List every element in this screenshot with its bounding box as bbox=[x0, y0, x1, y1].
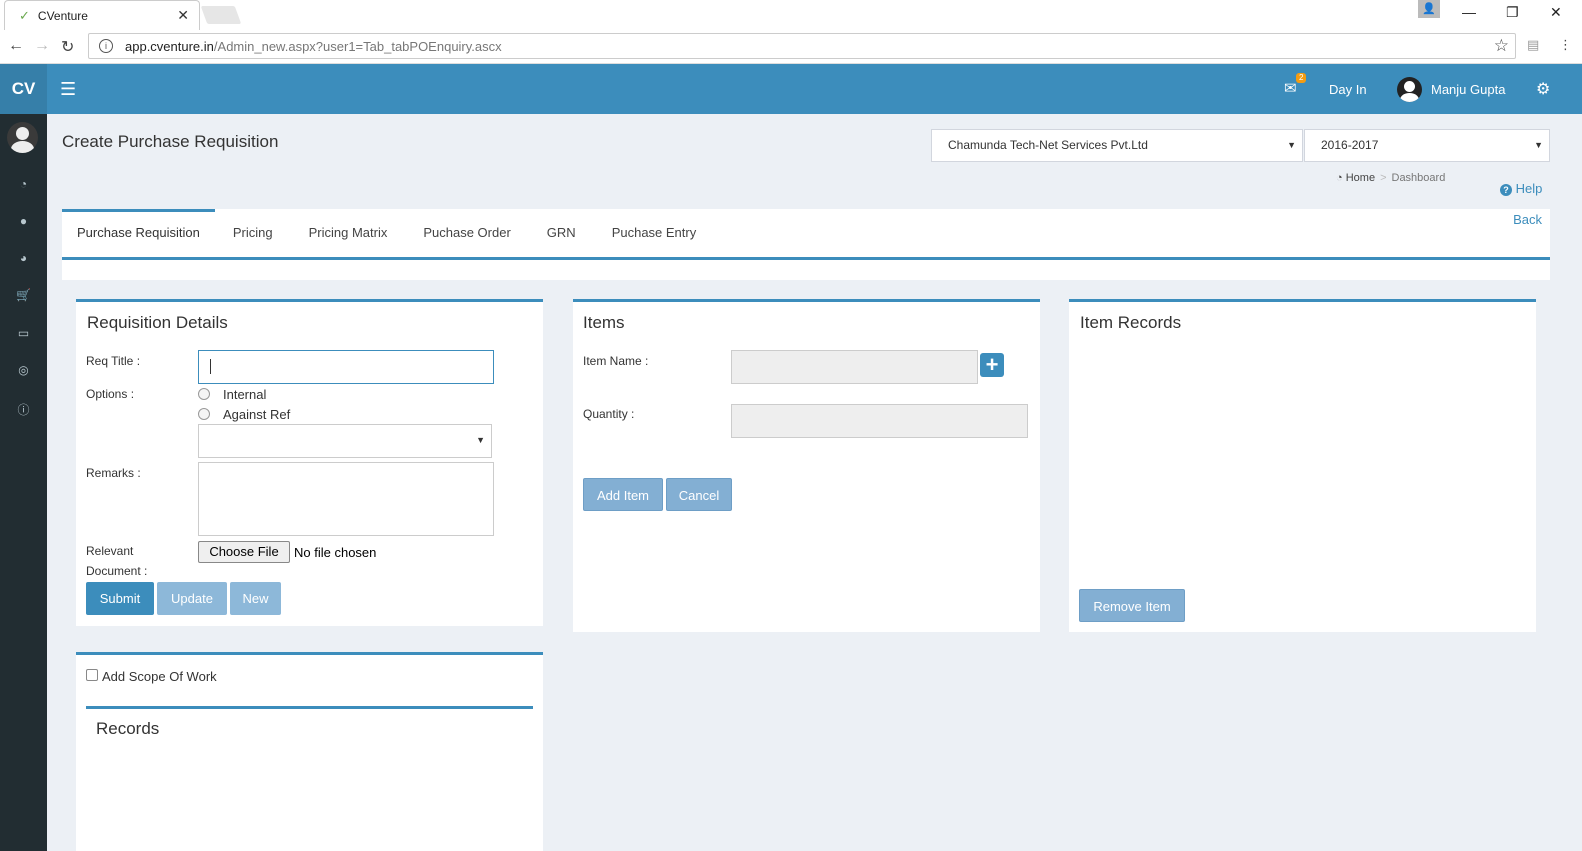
site-info-icon[interactable]: i bbox=[99, 39, 113, 53]
help-label: Help bbox=[1515, 181, 1543, 196]
user-icon[interactable]: ● bbox=[0, 214, 47, 228]
reload-icon[interactable]: ↻ bbox=[61, 37, 74, 57]
sidebar-avatar bbox=[7, 122, 38, 153]
item-records-title: Item Records bbox=[1080, 313, 1182, 332]
against-ref-radio[interactable] bbox=[198, 408, 210, 420]
credit-card-icon[interactable]: ▭ bbox=[0, 326, 47, 340]
relevant-document-label-2: Document : bbox=[86, 564, 148, 578]
close-window-icon[interactable]: ✕ bbox=[1550, 4, 1562, 21]
requisition-details-title: Requisition Details bbox=[87, 313, 228, 332]
no-file-chosen-text: No file chosen bbox=[294, 545, 377, 560]
tab-purchase-order[interactable]: Puchase Order bbox=[405, 209, 528, 253]
bookmark-star-icon[interactable]: ☆ bbox=[1494, 36, 1509, 56]
breadcrumb: ◔ Home > Dashboard bbox=[1336, 172, 1446, 184]
add-scope-checkbox[interactable] bbox=[86, 669, 98, 681]
back-arrow-icon[interactable]: ← bbox=[8, 37, 24, 55]
browser-tab[interactable]: ✓ CVenture ✕ bbox=[4, 0, 200, 30]
back-link[interactable]: Back bbox=[1513, 212, 1542, 227]
breadcrumb-home[interactable]: Home bbox=[1346, 172, 1375, 184]
tab-pricing-matrix[interactable]: Pricing Matrix bbox=[291, 209, 406, 253]
quantity-label: Quantity : bbox=[583, 407, 635, 421]
cancel-button[interactable]: Cancel bbox=[666, 478, 732, 511]
add-plus-icon[interactable]: + bbox=[980, 353, 1004, 377]
tab-purchase-entry[interactable]: Puchase Entry bbox=[594, 209, 715, 253]
module-tabs: Purchase Requisition Pricing Pricing Mat… bbox=[62, 209, 1550, 280]
url-input[interactable]: i app.cventure.in/Admin_new.aspx?user1=T… bbox=[88, 33, 1516, 59]
submit-button[interactable]: Submit bbox=[86, 582, 154, 615]
settings-gears-icon[interactable]: ⚙ bbox=[1536, 79, 1550, 99]
req-title-label: Req Title : bbox=[86, 354, 141, 368]
tab-purchase-requisition[interactable]: Purchase Requisition bbox=[62, 209, 215, 253]
question-circle-icon: ? bbox=[1500, 184, 1512, 196]
sidebar: ◔ ● ◕ 🛒 ▭ ◎ ⓘ bbox=[0, 114, 47, 851]
chevron-down-icon: ▼ bbox=[476, 435, 485, 445]
page-title: Create Purchase Requisition bbox=[62, 132, 279, 151]
req-title-input[interactable] bbox=[198, 350, 494, 384]
address-bar: ← → ↻ i app.cventure.in/Admin_new.aspx?u… bbox=[0, 30, 1582, 64]
sidebar-toggle-icon[interactable]: ☰ bbox=[60, 79, 76, 100]
app-logo[interactable]: CV bbox=[0, 64, 47, 114]
items-title: Items bbox=[583, 313, 625, 332]
user-name[interactable]: Manju Gupta bbox=[1431, 82, 1505, 97]
minimize-icon[interactable]: — bbox=[1462, 4, 1476, 20]
remarks-label: Remarks : bbox=[86, 466, 141, 480]
records-title: Records bbox=[96, 719, 160, 738]
item-name-label: Item Name : bbox=[583, 354, 649, 368]
options-label: Options : bbox=[86, 387, 135, 401]
breadcrumb-dashboard: Dashboard bbox=[1391, 172, 1446, 184]
year-select-value: 2016-2017 bbox=[1321, 138, 1379, 152]
close-tab-icon[interactable]: ✕ bbox=[177, 7, 189, 24]
update-button[interactable]: Update bbox=[157, 582, 227, 615]
restore-icon[interactable]: ❐ bbox=[1506, 4, 1519, 21]
tab-pricing[interactable]: Pricing bbox=[215, 209, 291, 253]
choose-file-button[interactable]: Choose File bbox=[198, 541, 290, 563]
against-ref-radio-label[interactable]: Against Ref bbox=[223, 407, 290, 422]
menu-dots-icon[interactable]: ⋮ bbox=[1559, 37, 1572, 53]
extension-icon[interactable]: ▤ bbox=[1527, 37, 1539, 53]
chevron-down-icon: ▼ bbox=[1287, 140, 1296, 150]
internal-radio[interactable] bbox=[198, 388, 210, 400]
cventure-favicon-icon: ✓ bbox=[19, 7, 30, 23]
url-path: /Admin_new.aspx?user1=Tab_tabPOEnquiry.a… bbox=[213, 38, 502, 54]
info-icon[interactable]: ⓘ bbox=[0, 401, 47, 418]
year-select[interactable]: 2016-2017 ▼ bbox=[1304, 129, 1550, 162]
globe-icon[interactable]: ◎ bbox=[0, 363, 47, 377]
profile-icon[interactable]: 👤 bbox=[1418, 0, 1440, 18]
user-avatar[interactable] bbox=[1397, 77, 1422, 102]
company-select-value: Chamunda Tech-Net Services Pvt.Ltd bbox=[948, 138, 1148, 152]
tab-divider bbox=[62, 257, 1550, 260]
day-in-link[interactable]: Day In bbox=[1329, 82, 1367, 97]
help-link[interactable]: ? Help bbox=[1500, 181, 1542, 196]
pie-chart-icon[interactable]: ◕ bbox=[0, 251, 47, 265]
url-domain: app.cventure.in bbox=[125, 38, 214, 54]
notification-badge: 2 bbox=[1296, 73, 1307, 83]
app-header: CV ☰ ✉ 2 Day In Manju Gupta ⚙ bbox=[0, 64, 1582, 114]
browser-tab-bar: ✓ CVenture ✕ 👤 — ❐ ✕ bbox=[0, 0, 1582, 30]
internal-radio-label[interactable]: Internal bbox=[223, 387, 266, 402]
new-tab-button[interactable] bbox=[200, 6, 242, 24]
forward-arrow-icon[interactable]: → bbox=[34, 37, 50, 55]
add-scope-label[interactable]: Add Scope Of Work bbox=[102, 669, 217, 684]
cart-icon[interactable]: 🛒 bbox=[0, 288, 47, 302]
item-records-panel bbox=[1069, 299, 1536, 632]
chevron-down-icon: ▼ bbox=[1534, 140, 1543, 150]
dashboard-icon[interactable]: ◔ bbox=[0, 177, 47, 191]
relevant-document-label: Relevant bbox=[86, 544, 134, 558]
remove-item-button[interactable]: Remove Item bbox=[1079, 589, 1185, 622]
dashboard-icon: ◔ bbox=[1336, 172, 1343, 184]
company-select[interactable]: Chamunda Tech-Net Services Pvt.Ltd ▼ bbox=[931, 129, 1303, 162]
add-item-button[interactable]: Add Item bbox=[583, 478, 663, 511]
new-button[interactable]: New bbox=[230, 582, 281, 615]
items-panel bbox=[573, 299, 1040, 632]
item-name-input[interactable] bbox=[731, 350, 978, 384]
reference-select[interactable]: ▼ bbox=[198, 424, 492, 458]
browser-tab-title: CVenture bbox=[37, 8, 88, 23]
quantity-input[interactable] bbox=[731, 404, 1028, 438]
remarks-textarea[interactable] bbox=[198, 462, 494, 536]
notification-icon[interactable]: ✉ 2 bbox=[1284, 73, 1307, 97]
tab-grn[interactable]: GRN bbox=[529, 209, 594, 253]
